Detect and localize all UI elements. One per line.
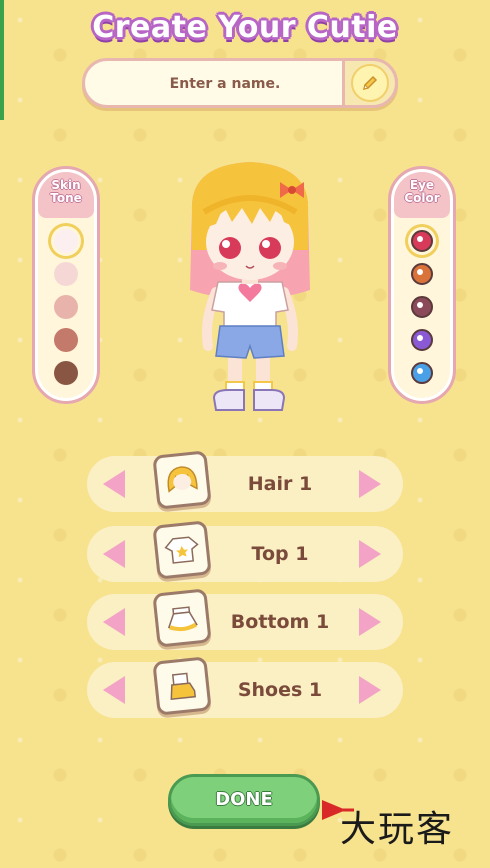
skin-swatch-5[interactable] — [54, 361, 78, 385]
skin-tone-panel: Skin Tone — [32, 166, 100, 404]
eye-option-1[interactable] — [411, 230, 433, 252]
skirt-icon — [152, 588, 212, 648]
skin-tone-title: Skin Tone — [35, 179, 97, 205]
skin-swatch-4[interactable] — [54, 328, 78, 352]
background-pattern — [0, 0, 490, 868]
bottom-next-button[interactable] — [349, 600, 389, 644]
done-button[interactable]: DONE — [168, 774, 320, 826]
shoes-selector-row: Shoes 1 — [87, 656, 403, 718]
pencil-icon — [351, 64, 389, 102]
hair-prev-button[interactable] — [95, 462, 135, 506]
skin-swatch-1[interactable] — [54, 229, 78, 253]
shoes-label: Shoes 1 — [237, 679, 323, 701]
shoes-prev-button[interactable] — [95, 668, 135, 712]
bottom-prev-button[interactable] — [95, 600, 135, 644]
hair-selector-row: Hair 1 — [87, 450, 403, 512]
shoes-next-button[interactable] — [349, 668, 389, 712]
watermark-text: 大玩客 — [340, 809, 455, 850]
eye-option-4[interactable] — [411, 329, 433, 351]
top-selector-row: Top 1 — [87, 520, 403, 582]
left-arrow-icon — [103, 608, 125, 636]
eye-color-title: Eye Color — [391, 179, 453, 205]
name-field[interactable] — [82, 58, 398, 108]
skin-tone-title-line2: Tone — [50, 191, 82, 205]
top-label: Top 1 — [251, 543, 309, 565]
hair-next-button[interactable] — [349, 462, 389, 506]
right-arrow-icon — [359, 540, 381, 568]
eye-option-5[interactable] — [411, 362, 433, 384]
left-arrow-icon — [103, 540, 125, 568]
right-arrow-icon — [359, 470, 381, 498]
right-arrow-icon — [359, 676, 381, 704]
eye-color-panel: Eye Color — [388, 166, 456, 404]
right-arrow-icon — [359, 608, 381, 636]
eye-color-title-line2: Color — [404, 191, 440, 205]
top-next-button[interactable] — [349, 532, 389, 576]
top-prev-button[interactable] — [95, 532, 135, 576]
left-arrow-icon — [103, 470, 125, 498]
skin-swatch-2[interactable] — [54, 262, 78, 286]
name-input[interactable] — [103, 61, 347, 107]
edit-name-button[interactable] — [342, 58, 398, 108]
skin-swatch-3[interactable] — [54, 295, 78, 319]
page-title: Create Your Cutie — [92, 10, 398, 45]
hair-icon — [152, 450, 212, 510]
shirt-icon — [152, 520, 212, 580]
eye-option-2[interactable] — [411, 263, 433, 285]
avatar-preview — [190, 162, 310, 411]
bottom-selector-row: Bottom 1 — [87, 588, 403, 650]
eye-option-3[interactable] — [411, 296, 433, 318]
left-arrow-icon — [103, 676, 125, 704]
shoe-icon — [152, 656, 212, 716]
bottom-label: Bottom 1 — [230, 611, 330, 633]
hair-label: Hair 1 — [247, 473, 313, 495]
